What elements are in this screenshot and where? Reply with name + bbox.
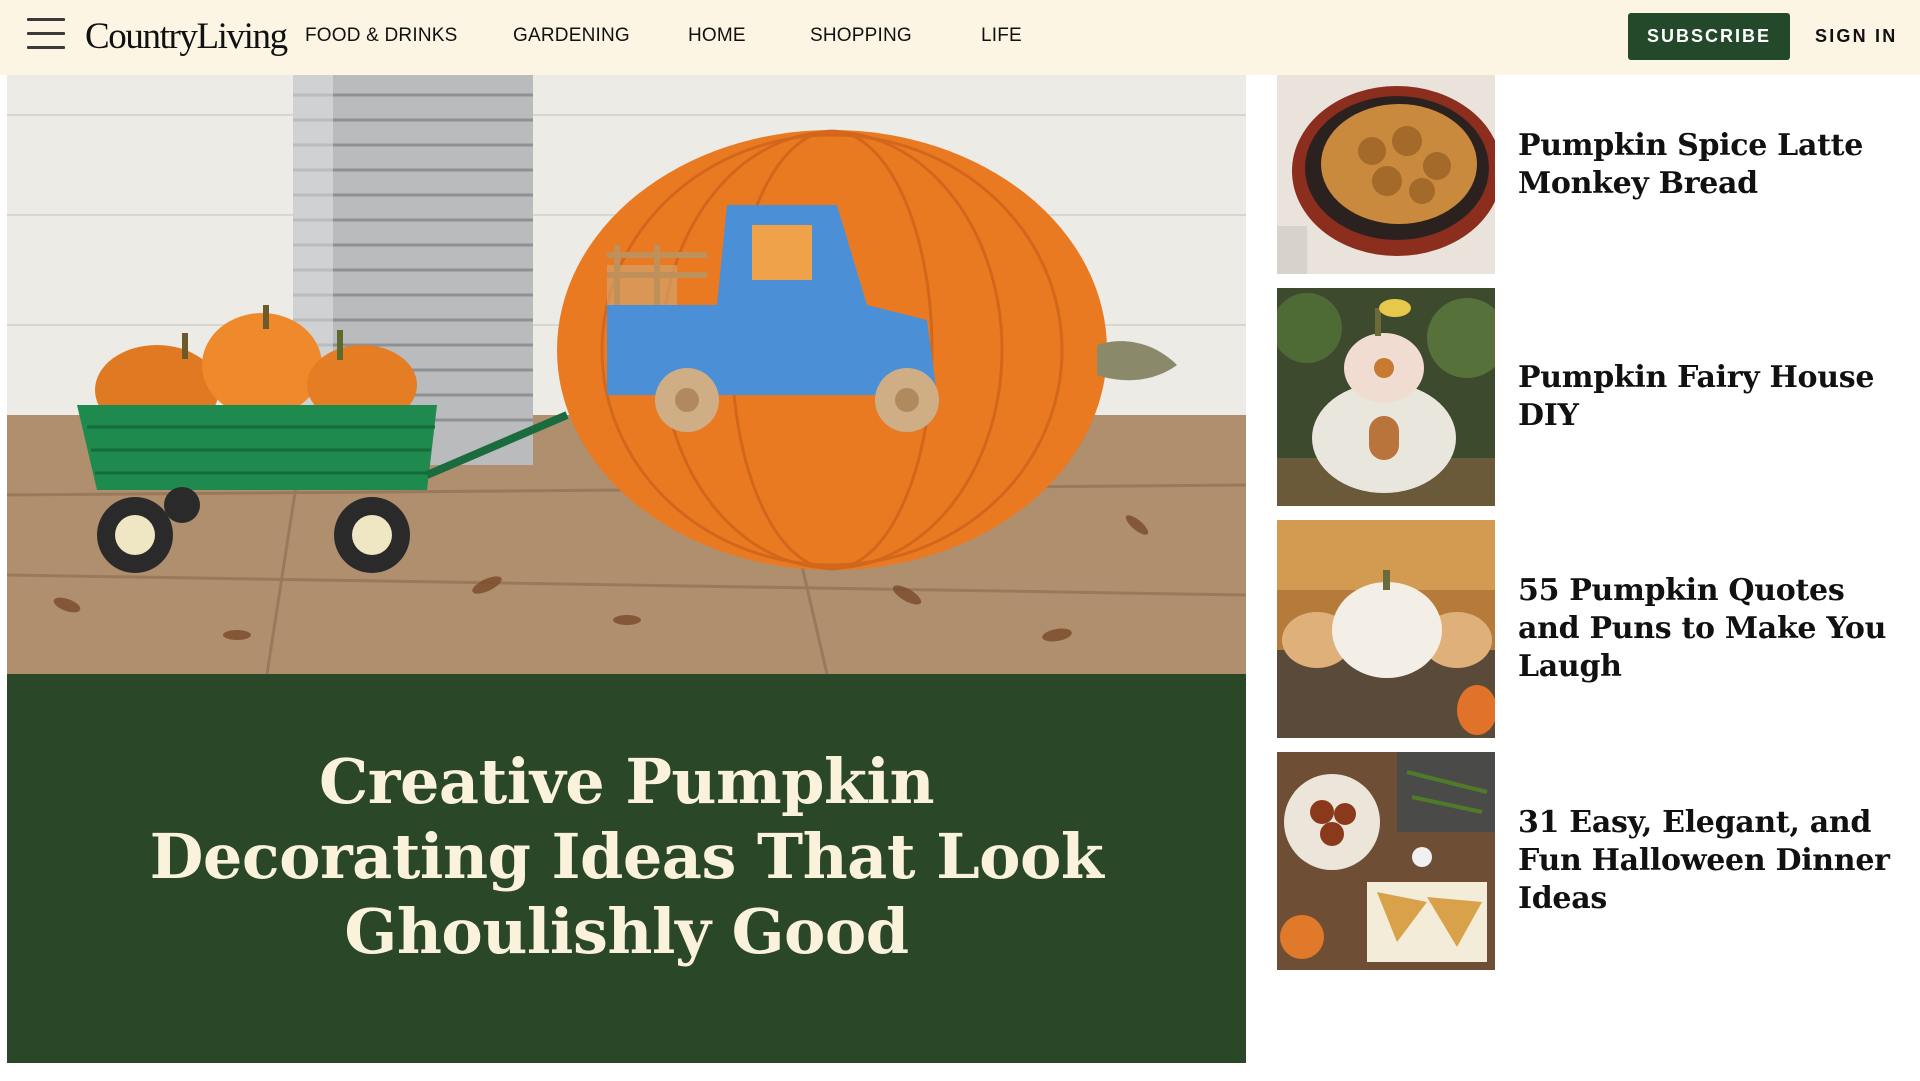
hamburger-menu-icon[interactable] xyxy=(27,16,65,52)
hero-title[interactable]: Creative Pumpkin Decorating Ideas That L… xyxy=(147,744,1107,969)
article-title[interactable]: 31 Easy, Elegant, and Fun Halloween Dinn… xyxy=(1518,752,1908,970)
hero-image-pumpkin-truck xyxy=(7,75,1246,674)
nav-gardening[interactable]: GARDENING xyxy=(513,24,630,48)
thumbnail-monkey-bread xyxy=(1277,56,1495,274)
sign-in-link[interactable]: SIGN IN xyxy=(1815,24,1897,48)
nav-home[interactable]: HOME xyxy=(688,24,746,48)
top-navigation-bar: CountryLiving FOOD & DRINKS GARDENING HO… xyxy=(0,0,1920,75)
thumbnail-fairy-house xyxy=(1277,288,1495,506)
thumbnail-pumpkin-quotes xyxy=(1277,520,1495,738)
thumbnail-halloween-dinner xyxy=(1277,752,1495,970)
article-title[interactable]: Pumpkin Fairy House DIY xyxy=(1518,288,1908,506)
article-card-fairy-house[interactable]: Pumpkin Fairy House DIY xyxy=(1277,288,1907,506)
site-logo[interactable]: CountryLiving xyxy=(85,13,288,61)
article-card-pumpkin-quotes[interactable]: 55 Pumpkin Quotes and Puns to Make You L… xyxy=(1277,520,1907,738)
nav-food-drinks[interactable]: FOOD & DRINKS xyxy=(305,24,458,48)
nav-shopping[interactable]: SHOPPING xyxy=(810,24,912,48)
article-card-monkey-bread[interactable]: Pumpkin Spice Latte Monkey Bread xyxy=(1277,56,1907,274)
nav-life[interactable]: LIFE xyxy=(981,24,1022,48)
article-title[interactable]: Pumpkin Spice Latte Monkey Bread xyxy=(1518,56,1908,274)
article-title[interactable]: 55 Pumpkin Quotes and Puns to Make You L… xyxy=(1518,520,1908,738)
subscribe-button[interactable]: SUBSCRIBE xyxy=(1628,13,1790,60)
article-card-halloween-dinner[interactable]: 31 Easy, Elegant, and Fun Halloween Dinn… xyxy=(1277,752,1907,970)
hero-card[interactable]: Creative Pumpkin Decorating Ideas That L… xyxy=(7,75,1246,1063)
hero-title-panel: Creative Pumpkin Decorating Ideas That L… xyxy=(7,674,1246,1063)
